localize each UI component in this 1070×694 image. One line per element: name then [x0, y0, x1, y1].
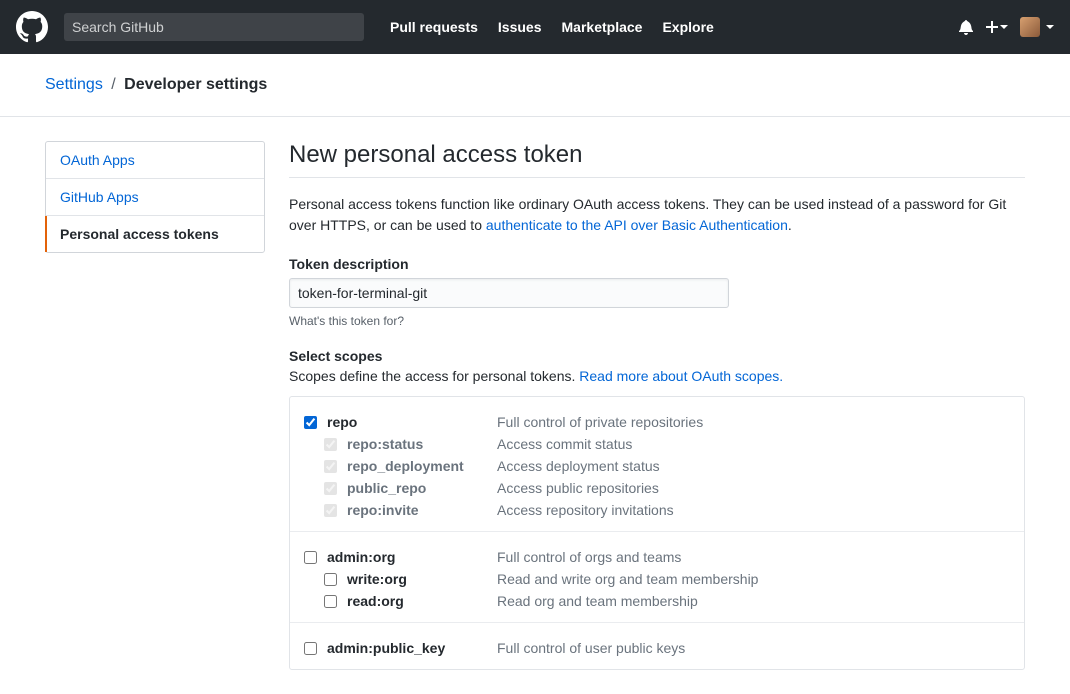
scope-checkbox-repo-invite[interactable]	[324, 504, 337, 517]
breadcrumb-current: Developer settings	[124, 76, 267, 93]
settings-sidebar: OAuth Apps GitHub Apps Personal access t…	[45, 141, 265, 670]
scopes-description: Scopes define the access for personal to…	[289, 368, 1025, 384]
scope-desc: Access public repositories	[497, 480, 659, 496]
top-header: Pull requests Issues Marketplace Explore	[0, 0, 1070, 54]
token-description-label: Token description	[289, 256, 1025, 272]
caret-down-icon	[1046, 25, 1054, 29]
token-description-note: What's this token for?	[289, 314, 1025, 328]
auth-docs-link[interactable]: authenticate to the API over Basic Authe…	[486, 217, 788, 233]
scope-desc: Read and write org and team membership	[497, 571, 758, 587]
notifications-icon[interactable]	[958, 19, 974, 35]
scopes-desc-text: Scopes define the access for personal to…	[289, 368, 579, 384]
sidebar-item-github-apps[interactable]: GitHub Apps	[46, 179, 264, 216]
scope-desc: Access deployment status	[497, 458, 660, 474]
mark-github-icon	[16, 11, 48, 43]
scope-checkbox-public-repo[interactable]	[324, 482, 337, 495]
scope-name: admin:org	[327, 549, 497, 565]
scope-checkbox-admin-public-key[interactable]	[304, 642, 317, 655]
scope-desc: Access repository invitations	[497, 502, 674, 518]
nav-marketplace[interactable]: Marketplace	[552, 19, 653, 35]
scope-desc: Read org and team membership	[497, 593, 698, 609]
scope-name: admin:public_key	[327, 640, 497, 656]
scopes-heading: Select scopes	[289, 348, 1025, 364]
breadcrumb-separator: /	[111, 76, 115, 93]
scopes-list: repo Full control of private repositorie…	[289, 396, 1025, 670]
breadcrumb-settings[interactable]: Settings	[45, 76, 103, 93]
nav-issues[interactable]: Issues	[488, 19, 552, 35]
scope-name: repo_deployment	[347, 458, 497, 474]
scope-desc: Access commit status	[497, 436, 632, 452]
scope-checkbox-repo-status[interactable]	[324, 438, 337, 451]
scope-checkbox-read-org[interactable]	[324, 595, 337, 608]
search-input[interactable]	[64, 13, 364, 41]
page-title: New personal access token	[289, 141, 1025, 169]
scopes-docs-link[interactable]: Read more about OAuth scopes.	[579, 368, 783, 384]
nav-pull-requests[interactable]: Pull requests	[380, 19, 488, 35]
scope-name: write:org	[347, 571, 497, 587]
scope-checkbox-repo[interactable]	[304, 416, 317, 429]
scope-checkbox-admin-org[interactable]	[304, 551, 317, 564]
main-content: New personal access token Personal acces…	[289, 141, 1025, 670]
caret-down-icon	[1000, 25, 1008, 29]
create-new-dropdown[interactable]	[986, 19, 1008, 35]
scope-name: public_repo	[347, 480, 497, 496]
token-description-input[interactable]	[289, 278, 729, 308]
scope-name: repo:status	[347, 436, 497, 452]
scope-group-admin-public-key: admin:public_key Full control of user pu…	[290, 623, 1024, 669]
user-menu[interactable]	[1020, 17, 1054, 37]
primary-nav: Pull requests Issues Marketplace Explore	[380, 19, 724, 35]
scope-name: repo	[327, 414, 497, 430]
scope-desc: Full control of private repositories	[497, 414, 703, 430]
scope-name: read:org	[347, 593, 497, 609]
intro-text: Personal access tokens function like ord…	[289, 194, 1025, 236]
title-rule	[289, 177, 1025, 178]
scope-desc: Full control of user public keys	[497, 640, 685, 656]
scope-desc: Full control of orgs and teams	[497, 549, 681, 565]
sidebar-item-oauth-apps[interactable]: OAuth Apps	[46, 142, 264, 179]
breadcrumb-bar: Settings / Developer settings	[0, 54, 1070, 117]
sidebar-item-personal-tokens[interactable]: Personal access tokens	[45, 216, 264, 252]
scope-checkbox-write-org[interactable]	[324, 573, 337, 586]
scope-name: repo:invite	[347, 502, 497, 518]
scope-group-admin-org: admin:org Full control of orgs and teams…	[290, 532, 1024, 623]
github-logo[interactable]	[16, 11, 48, 43]
scope-group-repo: repo Full control of private repositorie…	[290, 397, 1024, 532]
intro-part2: .	[788, 217, 792, 233]
nav-explore[interactable]: Explore	[652, 19, 723, 35]
avatar	[1020, 17, 1040, 37]
scope-checkbox-repo-deployment[interactable]	[324, 460, 337, 473]
